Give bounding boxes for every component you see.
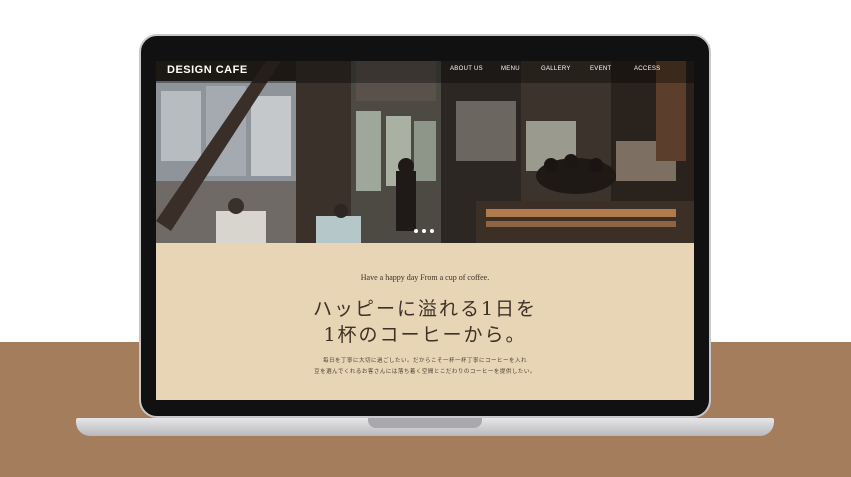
laptop-notch <box>368 418 482 428</box>
nav-menu[interactable]: MENU <box>501 66 520 72</box>
body-text-line-2: 豆を選んでくれるお客さんには落ち着く空間とこだわりのコーヒーを提供したい。 <box>314 369 536 375</box>
site-navbar: DESIGN CAFE ABOUT US MENU GALLERY EVENT … <box>156 61 694 81</box>
nav-event[interactable]: EVENT <box>590 66 612 72</box>
slider-dot-2[interactable] <box>422 229 426 233</box>
headline-line-2: 1杯のコーヒーから。 <box>323 324 527 346</box>
intro-section: Have a happy day From a cup of coffee. ハ… <box>156 243 694 400</box>
cafe-photo <box>156 61 694 243</box>
headline-line-1: ハッピーに溢れる1日を <box>312 298 538 320</box>
slider-dot-1[interactable] <box>414 229 418 233</box>
laptop-screen: DESIGN CAFE ABOUT US MENU GALLERY EVENT … <box>156 61 694 400</box>
nav-about-us[interactable]: ABOUT US <box>450 66 483 72</box>
nav-access[interactable]: ACCESS <box>634 66 660 72</box>
tagline: Have a happy day From a cup of coffee. <box>360 273 490 282</box>
nav-gallery[interactable]: GALLERY <box>541 66 571 72</box>
slider-dot-3[interactable] <box>430 229 434 233</box>
hero-image: DESIGN CAFE ABOUT US MENU GALLERY EVENT … <box>156 61 694 243</box>
body-text-line-1: 毎日を丁寧に大切に過ごしたい。だからこそ一杯一杯丁寧にコーヒーを入れ <box>322 358 527 364</box>
site-logo[interactable]: DESIGN CAFE <box>167 64 248 76</box>
